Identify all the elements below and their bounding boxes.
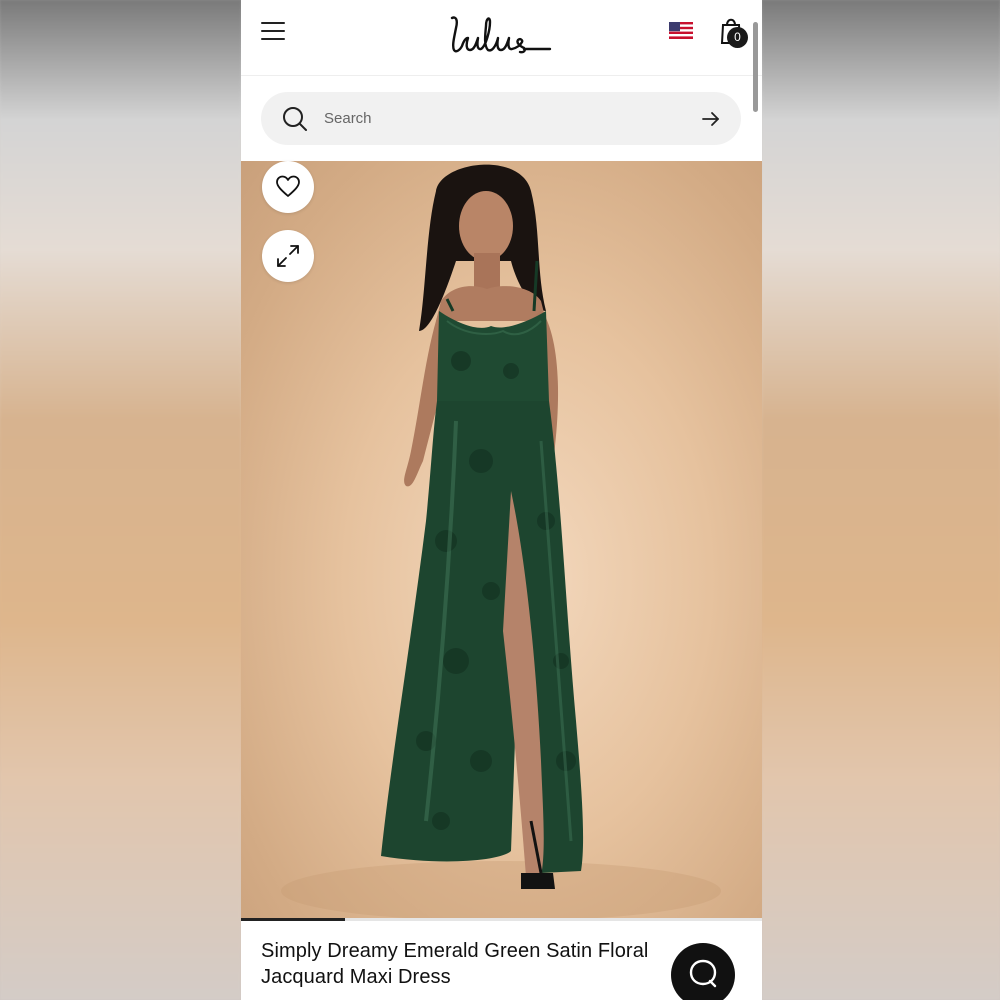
gallery-progress-fill [241, 918, 346, 921]
scrollbar[interactable] [753, 22, 758, 112]
product-image[interactable] [241, 161, 762, 919]
menu-icon[interactable] [261, 22, 285, 42]
chat-button[interactable] [671, 943, 735, 1000]
header-bar: 0 [241, 0, 762, 112]
search-bar[interactable] [261, 92, 741, 145]
wishlist-button[interactable] [262, 161, 314, 213]
product-title: Simply Dreamy Emerald Green Satin Floral… [261, 940, 649, 988]
heart-icon [276, 175, 300, 197]
gallery-progress-track [241, 918, 762, 921]
model-photo [281, 164, 721, 919]
background-blur-right [762, 0, 1000, 1000]
lulus-logo[interactable] [446, 10, 556, 60]
expand-image-button[interactable] [262, 230, 314, 282]
us-flag-icon[interactable] [669, 22, 693, 39]
cart-count-badge[interactable]: 0 [727, 27, 748, 48]
arrow-right-icon[interactable] [701, 109, 721, 129]
search-icon [283, 107, 307, 131]
expand-icon [277, 245, 299, 267]
mobile-screen: 0 Search Simply Dreamy Emerald Green Sat… [241, 0, 762, 1000]
search-input[interactable] [324, 107, 684, 129]
chat-icon [689, 959, 717, 988]
background-blur-left [0, 0, 241, 1000]
